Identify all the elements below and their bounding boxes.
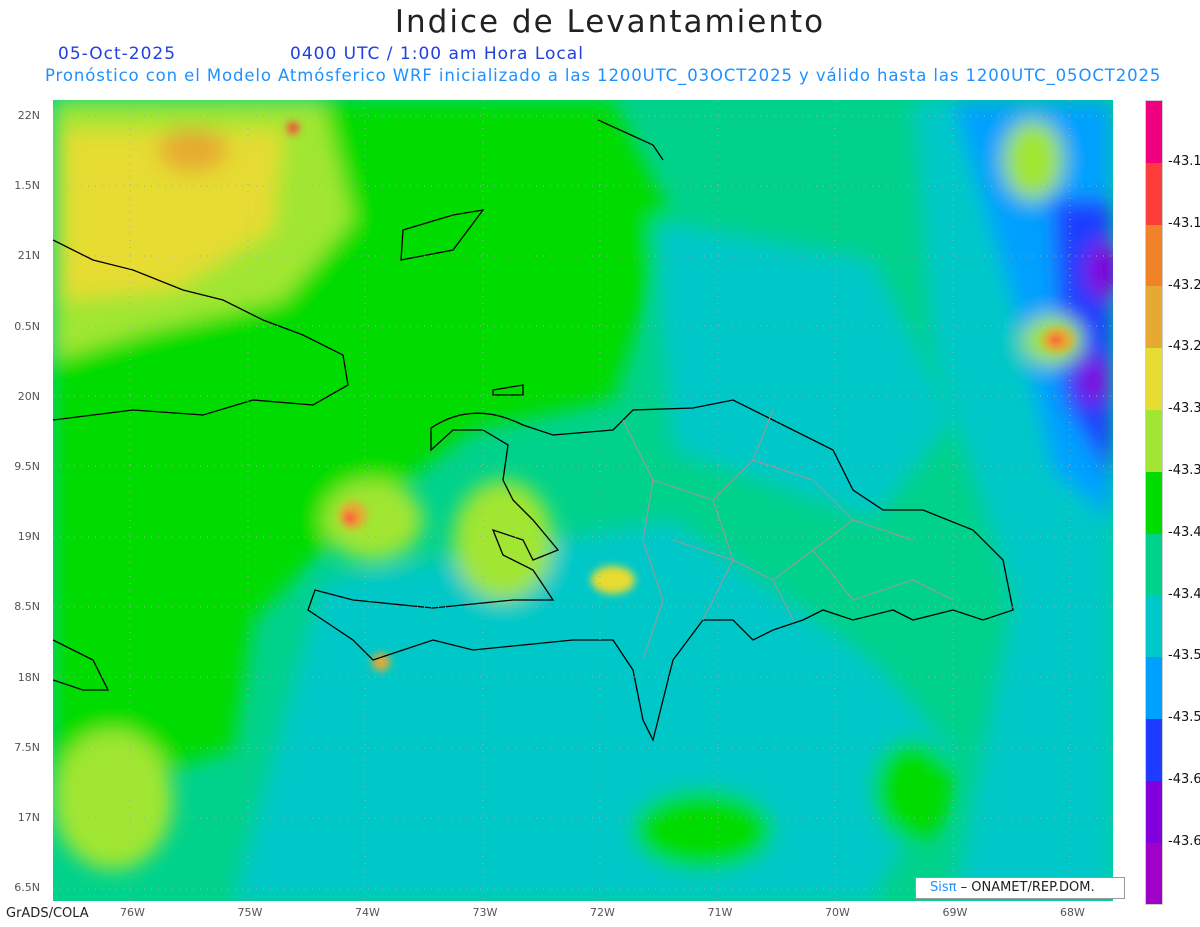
colorbar-label: -43.6 bbox=[1168, 833, 1200, 849]
credit-text: – ONAMET/REP.DOM. bbox=[960, 880, 1095, 895]
lat-label: 22N bbox=[17, 109, 40, 122]
forecast-subtitle: Pronóstico con el Modelo Atmósferico WRF… bbox=[45, 66, 1162, 85]
forecast-date: 05-Oct-2025 bbox=[58, 44, 177, 64]
lon-label: 76W bbox=[120, 906, 145, 919]
lat-label: 8.5N bbox=[14, 600, 40, 614]
colorbar-label: -43.3 bbox=[1168, 401, 1200, 417]
colorbar-swatch bbox=[1146, 224, 1162, 287]
colorbar-swatch bbox=[1146, 162, 1162, 225]
colorbar-label: -43.6 bbox=[1168, 772, 1200, 787]
colorbar-label: -43.2 bbox=[1168, 339, 1200, 355]
lon-label: 75W bbox=[237, 906, 263, 919]
colorbar-label: -43.3 bbox=[1168, 463, 1200, 478]
credit-box: Sisπ – ONAMET/REP.DOM. bbox=[915, 877, 1125, 899]
forecast-time: 0400 UTC / 1:00 am Hora Local bbox=[290, 44, 584, 64]
lon-label: 69W bbox=[942, 906, 968, 919]
lat-label: 21N bbox=[17, 249, 40, 263]
map-title: Indice de Levantamiento bbox=[394, 4, 826, 40]
colorbar bbox=[1145, 100, 1163, 906]
lat-label: 0.5N bbox=[14, 319, 40, 333]
colorbar-label: -43.2 bbox=[1168, 277, 1200, 293]
sispi-logo: Sisπ bbox=[930, 880, 957, 895]
lifted-index-map bbox=[53, 100, 1113, 901]
colorbar-swatch bbox=[1146, 348, 1162, 410]
colorbar-swatch bbox=[1146, 718, 1162, 781]
lat-label: 6.5N bbox=[14, 881, 40, 895]
colorbar-swatch bbox=[1146, 657, 1162, 719]
lat-label: 1.5N bbox=[14, 179, 40, 193]
colorbar-label: -43.1 bbox=[1168, 154, 1200, 169]
colorbar-swatch bbox=[1146, 780, 1162, 843]
lat-label: 20N bbox=[17, 389, 40, 403]
lon-label: 71W bbox=[707, 906, 733, 919]
lat-label: 7.5N bbox=[14, 740, 40, 754]
colorbar-label: -43.4 bbox=[1168, 524, 1200, 540]
lon-label: 74W bbox=[355, 906, 380, 919]
colorbar-swatch bbox=[1146, 101, 1162, 163]
colorbar-swatch bbox=[1146, 595, 1162, 658]
lon-label: 72W bbox=[590, 906, 615, 919]
colorbar-label: -43.5 bbox=[1168, 648, 1200, 664]
lat-label: 17N bbox=[17, 811, 40, 824]
colorbar-swatch bbox=[1146, 409, 1162, 472]
colorbar-label: -43.5 bbox=[1168, 710, 1200, 726]
lon-label: 68W bbox=[1060, 906, 1085, 919]
colorbar-label: -43.1 bbox=[1168, 215, 1200, 231]
colorbar-swatch bbox=[1146, 286, 1162, 349]
grads-footer: GrADS/COLA bbox=[6, 906, 89, 921]
colorbar-swatch bbox=[1146, 471, 1162, 534]
lon-label: 70W bbox=[825, 906, 850, 919]
colorbar-swatch bbox=[1146, 533, 1162, 596]
colorbar-swatch bbox=[1146, 842, 1162, 905]
lat-label: 18N bbox=[17, 670, 40, 684]
lat-label: 19N bbox=[17, 530, 40, 544]
lon-label: 73W bbox=[472, 906, 498, 919]
lat-label: 9.5N bbox=[14, 460, 40, 473]
colorbar-label: -43.4 bbox=[1168, 586, 1200, 602]
